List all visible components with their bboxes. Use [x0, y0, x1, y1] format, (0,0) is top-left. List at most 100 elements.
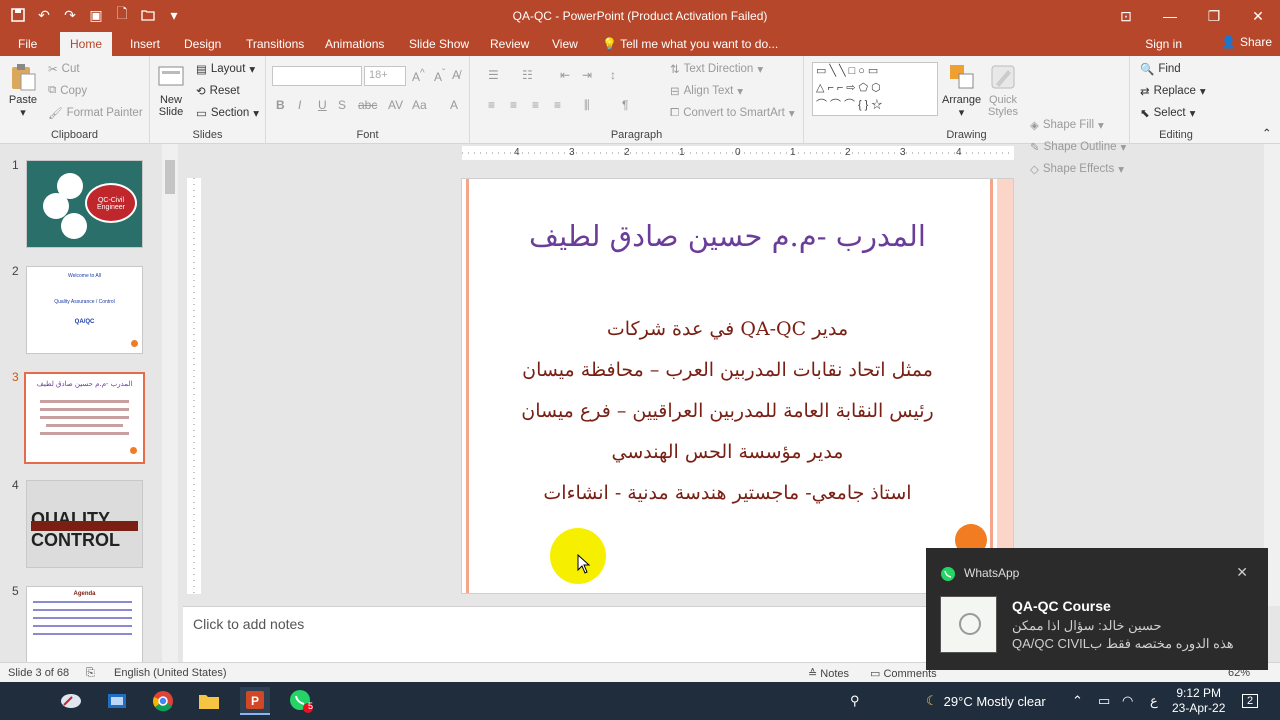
battery-icon[interactable]: ▭ — [1098, 682, 1110, 720]
chrome-icon[interactable] — [148, 687, 178, 715]
collapse-ribbon-icon[interactable]: ⌃ — [1262, 126, 1272, 140]
whatsapp-notification[interactable]: WhatsApp ✕ QA-QC Course حسين خالد: سؤال … — [926, 548, 1268, 670]
new-slide-button[interactable]: New Slide — [156, 62, 186, 118]
shape-fill-button[interactable]: ◈ Shape Fill ▾ — [1030, 118, 1104, 132]
shape-effects-button[interactable]: ◇ Shape Effects ▾ — [1030, 162, 1124, 176]
slide-scrollbar[interactable] — [1264, 144, 1280, 606]
arrange-icon — [949, 65, 974, 89]
undo-icon[interactable]: ↶ — [34, 5, 54, 25]
customize-qat-icon[interactable]: ▾ — [164, 5, 184, 25]
slide-thumbnail-2[interactable]: Welcome to All Quality Assurance / Contr… — [26, 266, 143, 354]
spellcheck-icon[interactable]: ⎘ — [86, 667, 95, 680]
strikethrough-icon[interactable]: abc — [358, 98, 377, 112]
shadow-icon[interactable]: S — [338, 98, 346, 112]
rtl-icon[interactable]: ¶ — [622, 98, 628, 112]
shrink-font-icon[interactable]: Aˇ — [434, 68, 445, 84]
font-size-combo[interactable]: 18+ — [364, 66, 406, 86]
slide-canvas[interactable]: المدرب -م.م حسين صادق لطيف مدير QA-QC في… — [461, 178, 1014, 594]
app-icon[interactable] — [102, 687, 132, 715]
align-right-icon[interactable]: ≡ — [532, 98, 539, 112]
language-status[interactable]: English (United States) — [114, 667, 227, 679]
shapes-gallery[interactable]: ▭╲╲□○▭ △⌐⌐⇨⬠⬡ ⌒⌒⌒{}☆ — [812, 62, 938, 116]
paste-button[interactable]: Paste ▾ — [8, 62, 38, 119]
new-file-icon[interactable]: 🗋 — [112, 5, 132, 25]
format-painter-button[interactable]: 🖌 Format Painter — [48, 106, 143, 120]
columns-icon[interactable]: ⫼ — [584, 98, 590, 113]
align-center-icon[interactable]: ≡ — [510, 98, 517, 112]
find-button[interactable]: 🔍 Find — [1140, 62, 1181, 76]
clear-formatting-icon[interactable]: A̸ — [452, 68, 460, 82]
italic-icon[interactable]: I — [298, 98, 301, 112]
line-spacing-icon[interactable]: ↕ — [610, 68, 616, 82]
slide-thumbnail-1[interactable]: QC-Civil Engineer — [26, 160, 143, 248]
redo-icon[interactable]: ↷ — [60, 5, 80, 25]
file-explorer-icon[interactable] — [194, 687, 224, 715]
weather-widget[interactable]: ☾ 29°C Mostly clear — [926, 682, 1046, 720]
sign-in-link[interactable]: Sign in — [1145, 37, 1182, 51]
tab-slide-show[interactable]: Slide Show — [409, 32, 469, 56]
minimize-icon[interactable]: — — [1148, 0, 1192, 32]
text-direction-button[interactable]: ⇅ Text Direction ▾ — [670, 62, 763, 76]
close-icon[interactable]: ✕ — [1236, 0, 1280, 32]
tab-transitions[interactable]: Transitions — [246, 32, 304, 56]
people-icon[interactable]: ⚲ — [850, 682, 860, 720]
tray-chevron-icon[interactable]: ⌃ — [1072, 682, 1083, 720]
underline-icon[interactable]: U — [318, 98, 327, 112]
bullets-icon[interactable]: ☰ — [488, 68, 499, 82]
replace-button[interactable]: ⇄ Replace ▾ — [1140, 84, 1206, 98]
slide-thumbnail-5[interactable]: Agenda — [26, 586, 143, 674]
open-folder-icon[interactable] — [138, 5, 158, 25]
save-icon[interactable] — [8, 5, 28, 25]
slide-title[interactable]: المدرب -م.م حسين صادق لطيف — [482, 219, 973, 253]
char-spacing-icon[interactable]: AV — [388, 98, 403, 112]
convert-smartart-button[interactable]: ⧠ Convert to SmartArt ▾ — [670, 106, 795, 121]
quick-styles-button[interactable]: Quick Styles — [988, 62, 1018, 118]
slide-thumbnail-4[interactable]: QUALITY CONTROL — [26, 480, 143, 568]
thumbnails-scrollbar[interactable] — [162, 144, 178, 662]
slide-thumbnail-3[interactable]: المدرب -م.م حسين صادق لطيف — [24, 372, 145, 464]
notes-toggle[interactable]: ≙ Notes — [808, 667, 849, 680]
whatsapp-taskbar-icon[interactable]: 5 — [286, 687, 316, 715]
font-color-icon[interactable]: A — [450, 98, 458, 112]
ribbon-display-options-icon[interactable]: ⊡ — [1104, 0, 1148, 32]
close-icon[interactable]: ✕ — [1236, 564, 1248, 581]
start-from-beginning-icon[interactable]: ▣ — [86, 5, 106, 25]
cut-button[interactable]: ✂ Cut — [48, 62, 80, 76]
tab-view[interactable]: View — [552, 32, 578, 56]
language-indicator[interactable]: ع — [1150, 682, 1158, 720]
scroll-thumb[interactable] — [165, 160, 175, 194]
app-icon[interactable] — [56, 687, 86, 715]
slide-body[interactable]: مدير QA-QC في عدة شركات ممثل اتحاد نقابا… — [482, 309, 973, 514]
tab-review[interactable]: Review — [490, 32, 529, 56]
wifi-icon[interactable]: ◠ — [1122, 682, 1133, 720]
powerpoint-icon[interactable]: P — [240, 687, 270, 715]
copy-button[interactable]: ⧉ Copy — [48, 84, 87, 97]
select-button[interactable]: ⬉ Select ▾ — [1140, 106, 1195, 120]
font-family-combo[interactable] — [272, 66, 362, 86]
arrange-button[interactable]: Arrange ▾ — [942, 62, 981, 119]
decrease-indent-icon[interactable]: ⇤ — [560, 68, 570, 82]
align-left-icon[interactable]: ≡ — [488, 98, 495, 112]
bold-icon[interactable]: B — [276, 98, 285, 112]
increase-indent-icon[interactable]: ⇥ — [582, 68, 592, 82]
layout-button[interactable]: ▤ Layout ▾ — [196, 62, 255, 76]
change-case-icon[interactable]: Aa — [412, 98, 427, 112]
justify-icon[interactable]: ≡ — [554, 98, 561, 112]
tab-insert[interactable]: Insert — [130, 32, 160, 56]
numbering-icon[interactable]: ☷ — [522, 68, 533, 82]
notification-center-icon[interactable]: 2 — [1242, 682, 1259, 720]
clock[interactable]: 9:12 PM 23-Apr-22 — [1172, 682, 1225, 720]
maximize-icon[interactable]: ❐ — [1192, 0, 1236, 32]
section-icon: ▭ — [196, 108, 207, 120]
tab-design[interactable]: Design — [184, 32, 221, 56]
reset-button[interactable]: ⟲ Reset — [196, 84, 240, 98]
tell-me-box[interactable]: 💡 Tell me what you want to do... — [602, 32, 778, 56]
grow-font-icon[interactable]: A^ — [412, 68, 425, 84]
align-text-button[interactable]: ⊟ Align Text ▾ — [670, 84, 743, 98]
share-button[interactable]: 👤 Share — [1221, 35, 1272, 49]
tab-home[interactable]: Home — [60, 32, 113, 56]
section-button[interactable]: ▭ Section ▾ — [196, 106, 259, 120]
tab-file[interactable]: File — [18, 32, 37, 56]
shape-outline-button[interactable]: ✎ Shape Outline ▾ — [1030, 140, 1126, 154]
tab-animations[interactable]: Animations — [325, 32, 384, 56]
